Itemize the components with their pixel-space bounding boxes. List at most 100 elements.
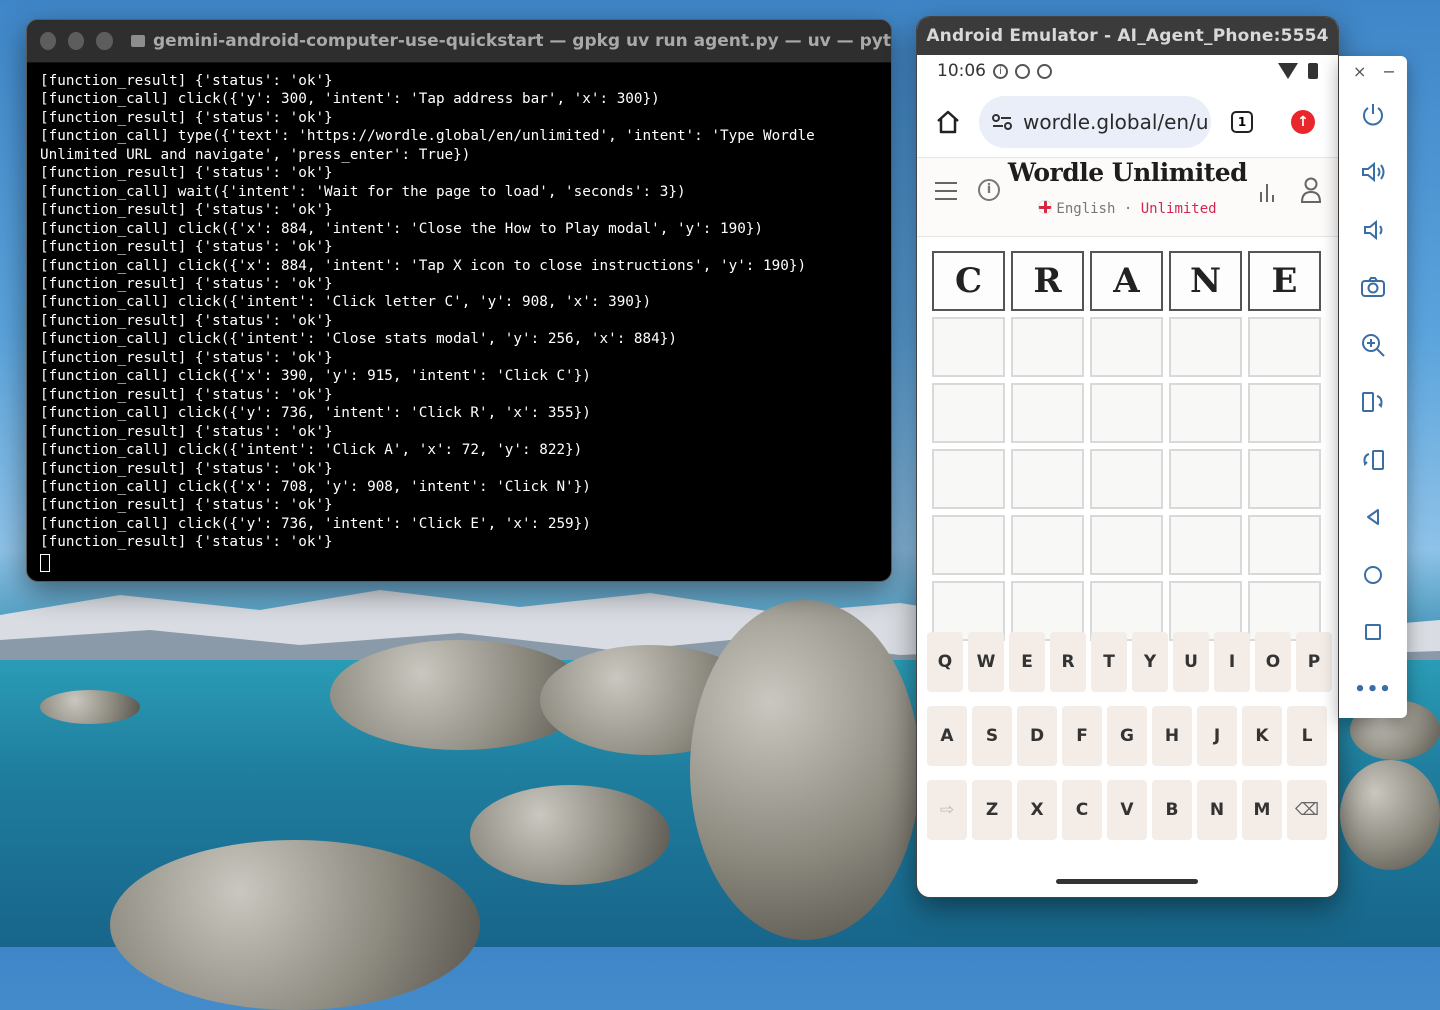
keyboard-row: Q W E R T Y U I O P — [917, 632, 1338, 692]
terminal-title: gemini-android-computer-use-quickstart —… — [153, 31, 891, 51]
minimize-window-button[interactable] — [68, 32, 85, 50]
wallpaper-rock — [40, 690, 140, 724]
key-b[interactable]: B — [1152, 780, 1192, 840]
key-c[interactable]: C — [1062, 780, 1102, 840]
update-icon[interactable]: ↑ — [1291, 110, 1315, 134]
on-screen-keyboard: Q W E R T Y U I O P A S D F G H J K L ⇨ … — [917, 632, 1338, 854]
terminal-line: [function_result] {'status': 'ok'} — [40, 349, 333, 366]
back-icon[interactable] — [1339, 489, 1407, 547]
info-status-icon: i — [993, 63, 1008, 79]
key-k[interactable]: K — [1242, 706, 1282, 766]
shield-status-icon — [1015, 63, 1030, 79]
rotate-left-icon[interactable] — [1339, 374, 1407, 432]
board-tile: N — [1169, 251, 1242, 311]
board-tile — [1248, 317, 1321, 377]
key-p[interactable]: P — [1296, 632, 1332, 692]
key-j[interactable]: J — [1197, 706, 1237, 766]
terminal-line: [function_result] {'status': 'ok'} — [40, 202, 333, 219]
zoom-icon[interactable] — [1339, 316, 1407, 374]
site-settings-icon[interactable] — [991, 113, 1013, 131]
terminal-cursor — [40, 553, 50, 572]
board-tile — [1011, 449, 1084, 509]
key-t[interactable]: T — [1091, 632, 1127, 692]
terminal-line: [function_call] click({'x': 884, 'intent… — [40, 257, 807, 274]
game-board: C R A N E — [917, 237, 1338, 641]
board-tile — [1090, 383, 1163, 443]
terminal-line: [function_result] {'status': 'ok'} — [40, 109, 333, 126]
backspace-key[interactable]: ⌫ — [1287, 780, 1327, 840]
key-r[interactable]: R — [1050, 632, 1086, 692]
key-f[interactable]: F — [1062, 706, 1102, 766]
key-h[interactable]: H — [1152, 706, 1192, 766]
terminal-line: [function_call] click({'y': 300, 'intent… — [40, 91, 660, 108]
power-icon[interactable] — [1339, 86, 1407, 144]
key-v[interactable]: V — [1107, 780, 1147, 840]
terminal-line: [function_result] {'status': 'ok'} — [40, 534, 333, 551]
terminal-output[interactable]: [function_result] {'status': 'ok'} [func… — [27, 63, 891, 572]
board-tile — [932, 383, 1005, 443]
key-n[interactable]: N — [1197, 780, 1237, 840]
board-tile — [1248, 449, 1321, 509]
key-q[interactable]: Q — [927, 632, 963, 692]
close-emulator-button[interactable]: × — [1353, 62, 1366, 81]
terminal-line: [function_result] {'status': 'ok'} — [40, 312, 333, 329]
key-d[interactable]: D — [1017, 706, 1057, 766]
emulator-titlebar[interactable]: Android Emulator - AI_Agent_Phone:5554 — [917, 17, 1338, 55]
address-bar[interactable]: wordle.global/en/u — [979, 96, 1211, 148]
key-e[interactable]: E — [1009, 632, 1045, 692]
terminal-line: [function_result] {'status': 'ok'} — [40, 275, 333, 292]
key-l[interactable]: L — [1287, 706, 1327, 766]
volume-up-icon[interactable] — [1339, 144, 1407, 202]
key-s[interactable]: S — [972, 706, 1012, 766]
wallpaper-rock — [1340, 760, 1440, 870]
home-circle-icon[interactable] — [1339, 546, 1407, 604]
terminal-line: [function_call] click({'x': 390, 'y': 91… — [40, 368, 591, 385]
key-g[interactable]: G — [1107, 706, 1147, 766]
gesture-nav-bar[interactable] — [1056, 879, 1198, 884]
terminal-line: [function_call] click({'intent': 'Close … — [40, 331, 677, 348]
key-a[interactable]: A — [927, 706, 967, 766]
keyboard-row: ⇨ Z X C V B N M ⌫ — [917, 780, 1338, 840]
terminal-line: [function_result] {'status': 'ok'} — [40, 73, 333, 89]
flag-icon — [1038, 200, 1053, 214]
board-tile: R — [1011, 251, 1084, 311]
key-z[interactable]: Z — [972, 780, 1012, 840]
emulator-toolbar: × − ••• — [1339, 56, 1407, 718]
terminal-titlebar[interactable]: gemini-android-computer-use-quickstart —… — [27, 20, 891, 63]
key-x[interactable]: X — [1017, 780, 1057, 840]
board-tile — [1090, 515, 1163, 575]
terminal-window[interactable]: gemini-android-computer-use-quickstart —… — [26, 19, 892, 582]
volume-down-icon[interactable] — [1339, 201, 1407, 259]
key-m[interactable]: M — [1242, 780, 1282, 840]
language-mode-selector[interactable]: English · Unlimited — [917, 200, 1338, 217]
minimize-emulator-button[interactable]: − — [1382, 62, 1395, 81]
key-o[interactable]: O — [1255, 632, 1291, 692]
key-i[interactable]: I — [1214, 632, 1250, 692]
key-u[interactable]: U — [1173, 632, 1209, 692]
vpn-status-icon — [1037, 63, 1052, 79]
overview-icon[interactable] — [1339, 604, 1407, 662]
status-time: 10:06 — [937, 61, 986, 81]
zoom-window-button[interactable] — [96, 32, 113, 50]
camera-icon[interactable] — [1339, 259, 1407, 317]
user-icon[interactable] — [1300, 176, 1322, 204]
rotate-right-icon[interactable] — [1339, 431, 1407, 489]
board-tile — [1169, 383, 1242, 443]
wallpaper-rock — [690, 600, 920, 940]
terminal-line: [function_call] click({'intent': 'Click … — [40, 442, 583, 459]
key-w[interactable]: W — [968, 632, 1004, 692]
mode-label: Unlimited — [1140, 201, 1217, 217]
stats-icon[interactable] — [1260, 182, 1280, 202]
terminal-line: Unlimited URL and navigate', 'press_ente… — [40, 146, 471, 163]
more-icon[interactable]: ••• — [1339, 661, 1407, 719]
board-tile — [1090, 317, 1163, 377]
home-icon[interactable] — [935, 109, 961, 135]
battery-icon — [1308, 63, 1318, 79]
key-y[interactable]: Y — [1132, 632, 1168, 692]
enter-key[interactable]: ⇨ — [927, 780, 967, 840]
emulator-window[interactable]: Android Emulator - AI_Agent_Phone:5554 1… — [916, 16, 1339, 898]
tab-switcher-button[interactable]: 1 — [1231, 111, 1253, 133]
terminal-line: [function_call] click({'intent': 'Click … — [40, 294, 652, 311]
board-row — [932, 449, 1338, 509]
close-window-button[interactable] — [40, 32, 57, 50]
